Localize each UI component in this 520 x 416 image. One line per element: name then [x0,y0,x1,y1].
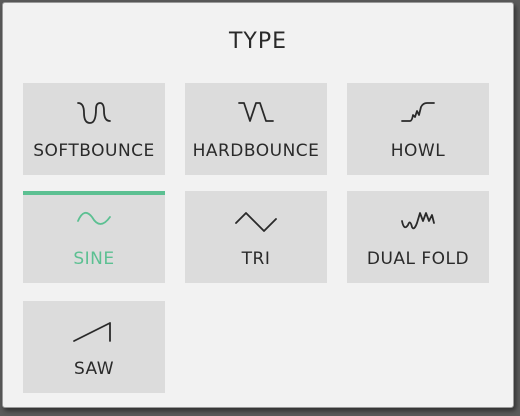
saw-wave-icon [23,315,165,345]
type-option-tri[interactable]: TRI [185,191,327,283]
softbounce-wave-icon [23,97,165,127]
type-option-softbounce[interactable]: SOFTBOUNCE [23,83,165,175]
type-panel: TYPE SOFTBOUNCE HARDBOUNCE HOWL SINE TRI… [2,2,514,408]
type-option-dual-fold[interactable]: DUAL FOLD [347,191,489,283]
type-option-label: SINE [73,249,115,269]
type-option-label: SOFTBOUNCE [33,141,155,161]
type-option-label: SAW [73,359,115,379]
type-option-howl[interactable]: HOWL [347,83,489,175]
type-option-sine[interactable]: SINE [23,191,165,283]
type-option-label: DUAL FOLD [366,249,470,269]
triangle-wave-icon [185,205,327,235]
howl-wave-icon [347,97,489,127]
dual-fold-wave-icon [347,205,489,235]
panel-title: TYPE [228,29,288,54]
type-option-label: HOWL [390,141,446,161]
type-option-saw[interactable]: SAW [23,301,165,393]
type-option-label: TRI [241,249,271,269]
hardbounce-wave-icon [185,97,327,127]
sine-wave-icon [23,205,165,235]
type-option-label: HARDBOUNCE [192,141,320,161]
type-option-hardbounce[interactable]: HARDBOUNCE [185,83,327,175]
